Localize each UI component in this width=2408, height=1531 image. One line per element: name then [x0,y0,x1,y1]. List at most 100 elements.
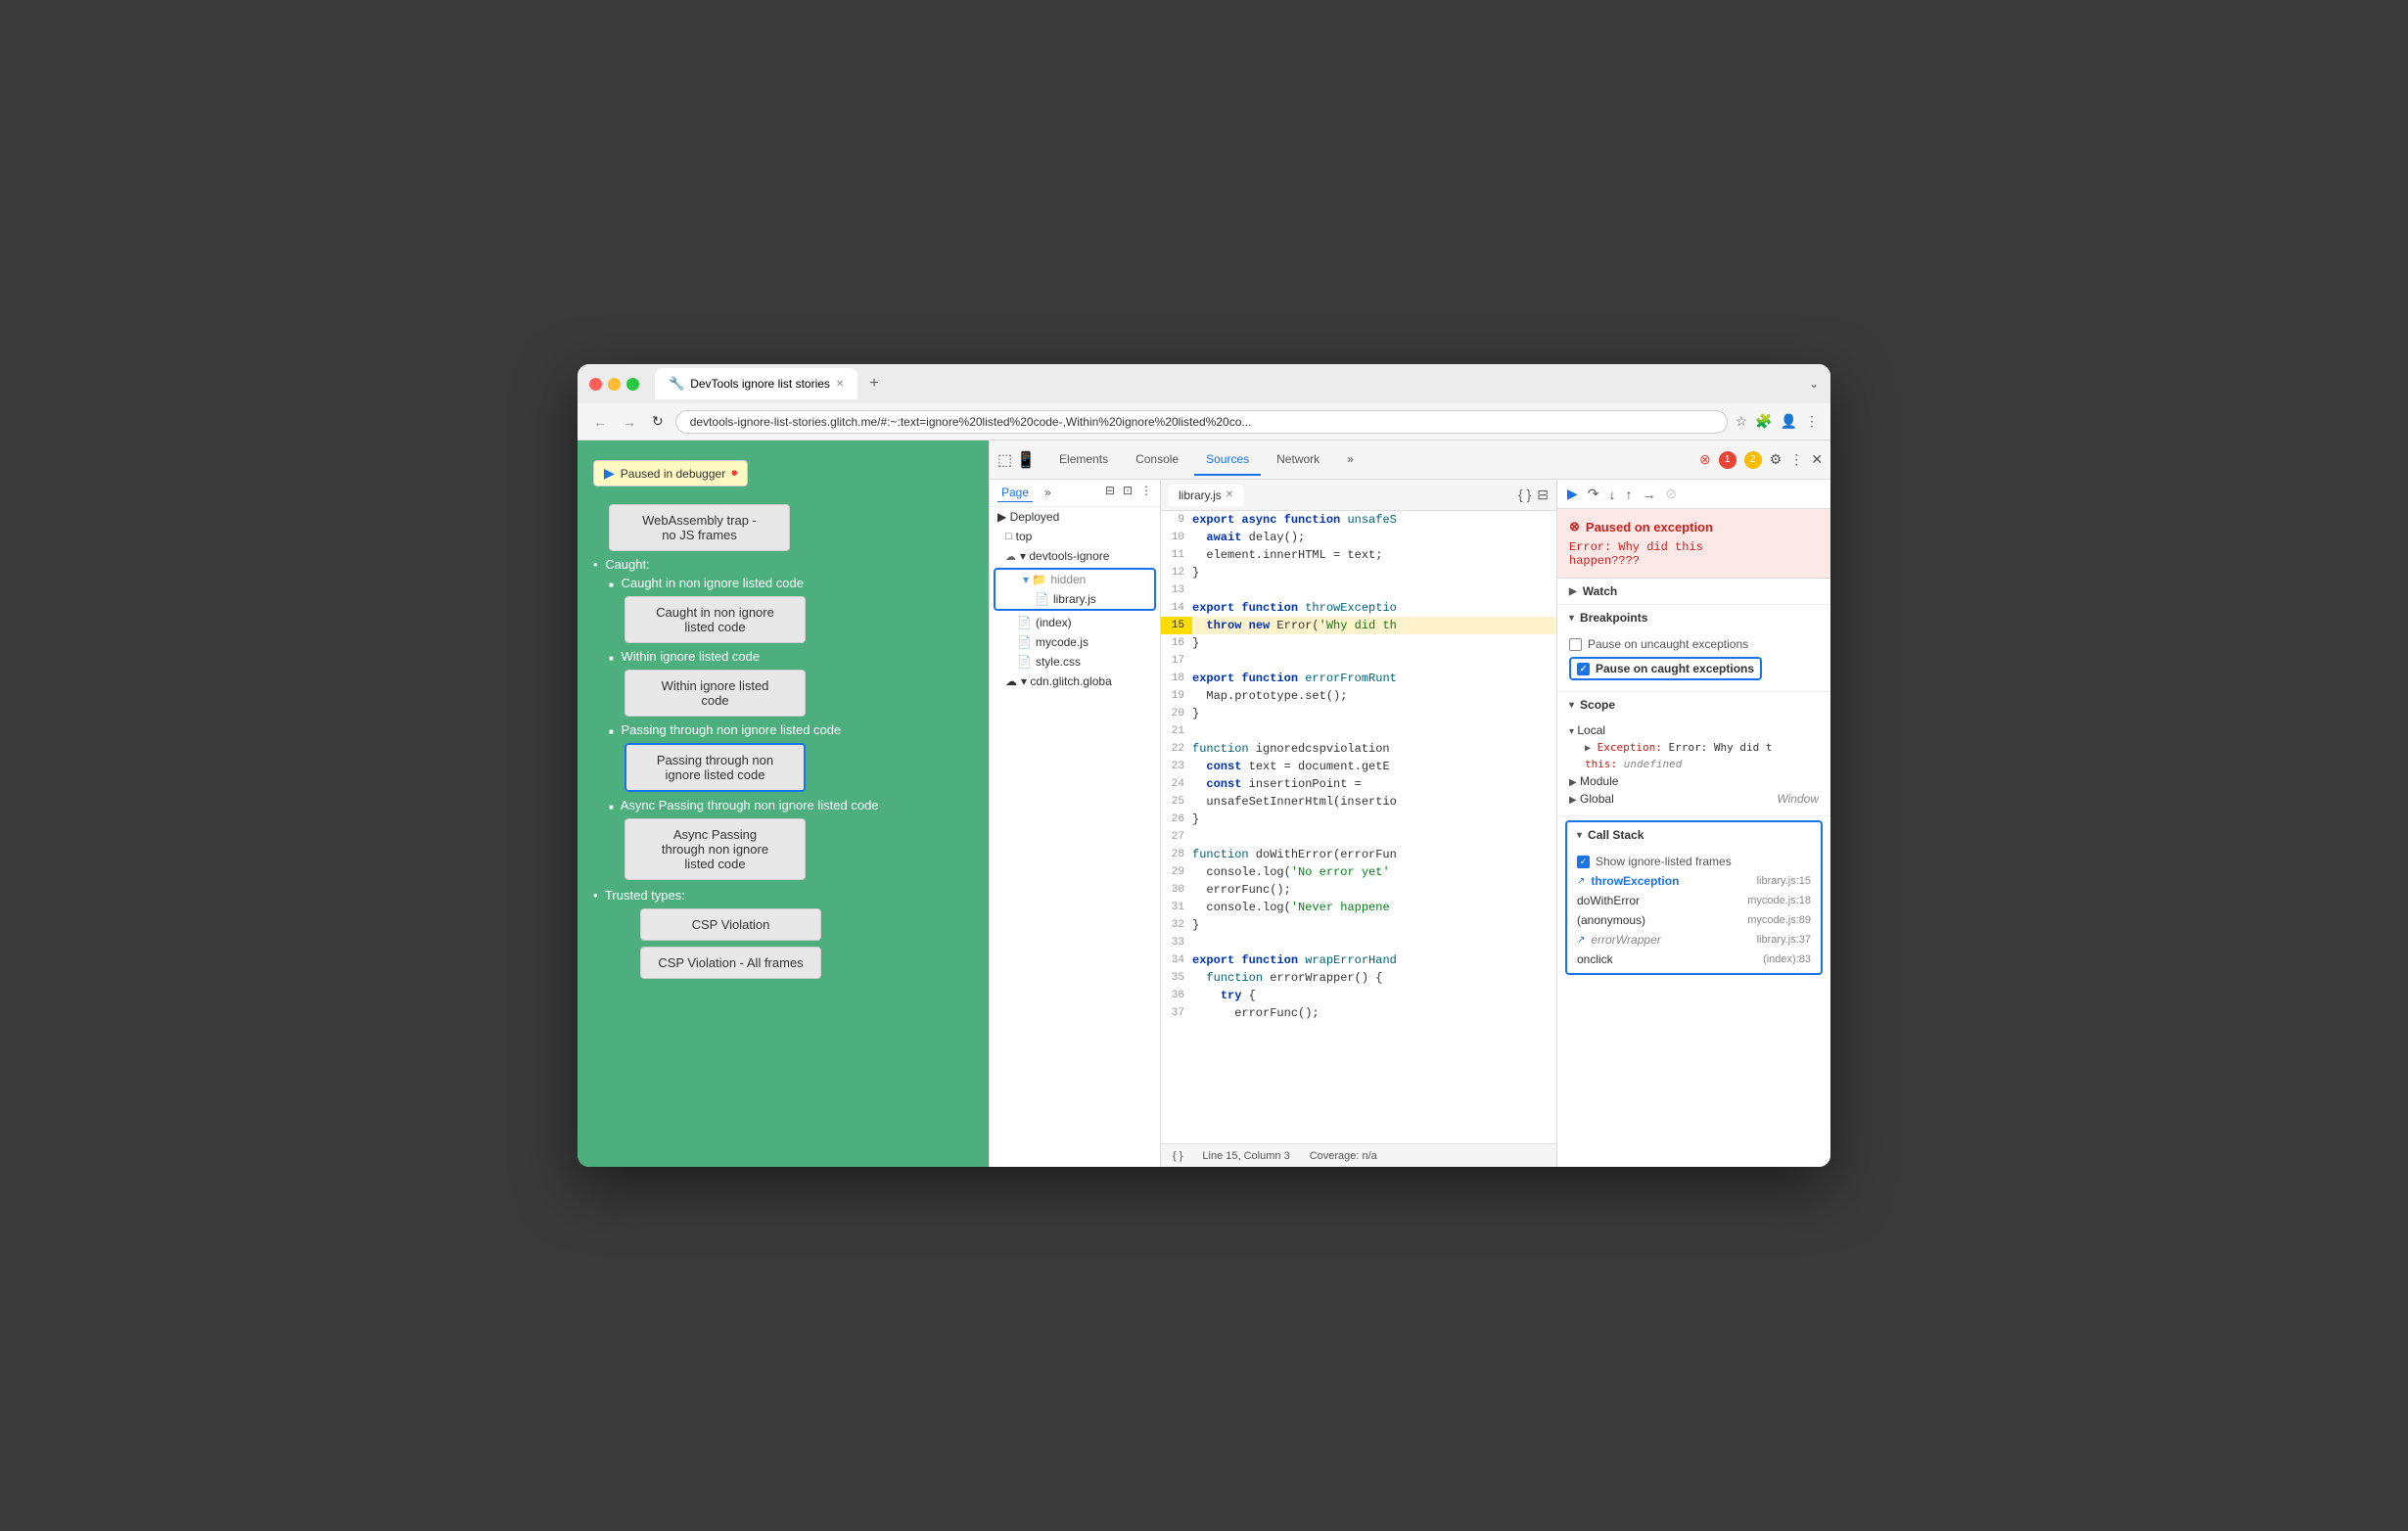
bullet-icon [609,649,618,664]
step-over-icon[interactable]: ↷ [1586,484,1601,504]
close-devtools-icon[interactable]: ✕ [1811,451,1823,468]
exception-box: ⊗ Paused on exception Error: Why did thi… [1557,509,1830,579]
breakpoints-chevron: ▾ [1569,613,1574,624]
within-ignore-button[interactable]: Within ignore listedcode [625,670,806,717]
settings-icon[interactable]: ⚙ [1770,451,1783,468]
cdn-label: ▾ cdn.glitch.globa [1021,674,1112,688]
dowith-frame-name: doWithError [1577,894,1741,907]
close-button[interactable] [589,378,602,391]
library-js-tab[interactable]: library.js ✕ [1169,485,1243,506]
back-button[interactable]: ← [589,412,611,432]
code-editor[interactable]: 9 export async function unsafeS 10 await… [1161,511,1556,1143]
style-item[interactable]: 📄 style.css [990,652,1160,672]
more-ft-icon[interactable]: ⋮ [1140,484,1152,502]
line-column: Line 15, Column 3 [1202,1150,1289,1162]
format-icon-bottom[interactable]: { } [1173,1150,1182,1162]
caught-heading: Caught: [593,557,973,572]
profile-icon[interactable]: 👤 [1781,413,1797,430]
breakpoints-label: Breakpoints [1580,611,1647,625]
list-item: Passing through non ignore listed code P… [593,722,973,792]
record-icon[interactable]: ⏺ [731,466,737,481]
devtools-inspect-icon[interactable]: ⬚ [997,450,1012,470]
deployed-item: ▶ Deployed [990,507,1160,527]
top-item[interactable]: □ top [990,527,1160,546]
local-label: Local [1577,723,1605,737]
call-frame-onclick[interactable]: onclick (index):83 [1567,950,1821,969]
index-item[interactable]: 📄 (index) [990,613,1160,632]
call-frame-throw[interactable]: ↗ throwException library.js:15 [1567,871,1821,891]
tab-more[interactable]: » [1335,444,1366,476]
maximize-button[interactable] [626,378,639,391]
passing-through-button[interactable]: Passing through nonignore listed code [625,743,806,792]
split-icon[interactable]: ⊡ [1123,484,1133,502]
toggle-sidebar-icon[interactable]: ⊟ [1105,484,1115,502]
warn-count-badge: 2 [1744,451,1762,469]
devtools-tabs: ⬚ 📱 Elements Console Sources Network » ⊗… [990,441,1830,480]
browser-tab[interactable]: 🔧 DevTools ignore list stories ✕ [655,368,857,399]
watch-chevron: ▶ [1569,586,1577,597]
forward-button[interactable]: → [619,412,640,432]
async-passing-button[interactable]: Async Passingthrough non ignorelisted co… [625,818,806,880]
watch-header[interactable]: ▶ Watch [1557,579,1830,604]
devtools-device-icon[interactable]: 📱 [1016,450,1036,470]
toggle-nav-icon[interactable]: ⊟ [1537,487,1549,503]
url-actions: ☆ 🧩 👤 ⋮ [1736,413,1819,430]
webpage-content: ▶ Paused in debugger ⏺ WebAssembly trap … [578,441,989,1167]
devtools-ignore-item[interactable]: ☁ ▾ devtools-ignore [990,546,1160,566]
library-js-item[interactable]: 📄 library.js [996,589,1154,609]
menu-icon[interactable]: ⋮ [1805,413,1819,430]
pause-caught-highlight[interactable]: Pause on caught exceptions [1569,657,1762,680]
devtools-panel: ⬚ 📱 Elements Console Sources Network » ⊗… [989,441,1830,1167]
exception-key: Exception: [1598,741,1662,754]
traffic-lights [589,378,639,391]
step-icon[interactable]: → [1641,485,1658,504]
format-icon[interactable]: { } [1518,487,1531,503]
csp-all-frames-button[interactable]: CSP Violation - All frames [640,947,821,979]
tab-sources[interactable]: Sources [1194,444,1261,476]
extension-icon[interactable]: 🧩 [1755,413,1772,430]
deactivate-breakpoints-icon[interactable]: ⊘ [1664,484,1680,504]
step-out-icon[interactable]: ↑ [1624,485,1635,504]
refresh-button[interactable]: ↻ [648,411,668,432]
code-line-9: 9 export async function unsafeS [1161,511,1556,529]
show-ignore-checkbox[interactable] [1577,856,1590,868]
tab-console[interactable]: Console [1124,444,1190,476]
folder-icon: □ [1005,531,1012,542]
scope-header[interactable]: ▾ Scope [1557,692,1830,718]
caught-non-ignore-button[interactable]: Caught in non ignorelisted code [625,596,806,643]
list-item: Async Passing through non ignore listed … [593,798,973,880]
caught-checkbox[interactable] [1577,663,1590,675]
tab-network[interactable]: Network [1265,444,1331,476]
close-tab-icon[interactable]: ✕ [1226,489,1233,500]
uncaught-checkbox[interactable] [1569,638,1582,651]
call-frame-dowith[interactable]: doWithError mycode.js:18 [1567,891,1821,910]
wrapper-ignore-icon: ↗ [1577,935,1585,946]
new-tab-button[interactable]: + [861,371,886,396]
breakpoints-header[interactable]: ▾ Breakpoints [1557,605,1830,630]
call-frame-wrapper[interactable]: ↗ errorWrapper library.js:37 [1567,930,1821,950]
browser-window: 🔧 DevTools ignore list stories ✕ + ⌄ ← →… [578,364,1830,1167]
expand-icon[interactable]: ⌄ [1809,377,1819,391]
hidden-folder-highlight: ▾ 📁 hidden 📄 library.js [994,568,1156,611]
step-into-icon[interactable]: ↓ [1607,485,1618,504]
more-icon[interactable]: ⋮ [1789,451,1803,468]
tab-elements[interactable]: Elements [1047,444,1120,476]
bookmark-icon[interactable]: ☆ [1736,413,1748,430]
code-line-19: 19 Map.prototype.set(); [1161,687,1556,705]
more-tab[interactable]: » [1041,484,1055,502]
cdn-item[interactable]: ☁ ▾ cdn.glitch.globa [990,672,1160,691]
webasm-button[interactable]: WebAssembly trap -no JS frames [609,504,790,551]
resume-icon[interactable]: ▶ [1565,484,1580,504]
csp-violation-button[interactable]: CSP Violation [640,908,821,941]
minimize-button[interactable] [608,378,621,391]
cloud-cdn-icon: ☁ [1005,674,1017,688]
call-frame-anon[interactable]: (anonymous) mycode.js:89 [1567,910,1821,930]
page-tab[interactable]: Page [997,484,1033,502]
url-input[interactable] [675,410,1728,434]
code-line-21: 21 [1161,722,1556,740]
hidden-folder-item[interactable]: ▾ 📁 hidden [996,570,1154,589]
play-icon[interactable]: ▶ [604,465,615,482]
call-stack-header[interactable]: ▾ Call Stack [1567,822,1821,848]
mycode-item[interactable]: 📄 mycode.js [990,632,1160,652]
tab-close-icon[interactable]: ✕ [836,379,844,390]
